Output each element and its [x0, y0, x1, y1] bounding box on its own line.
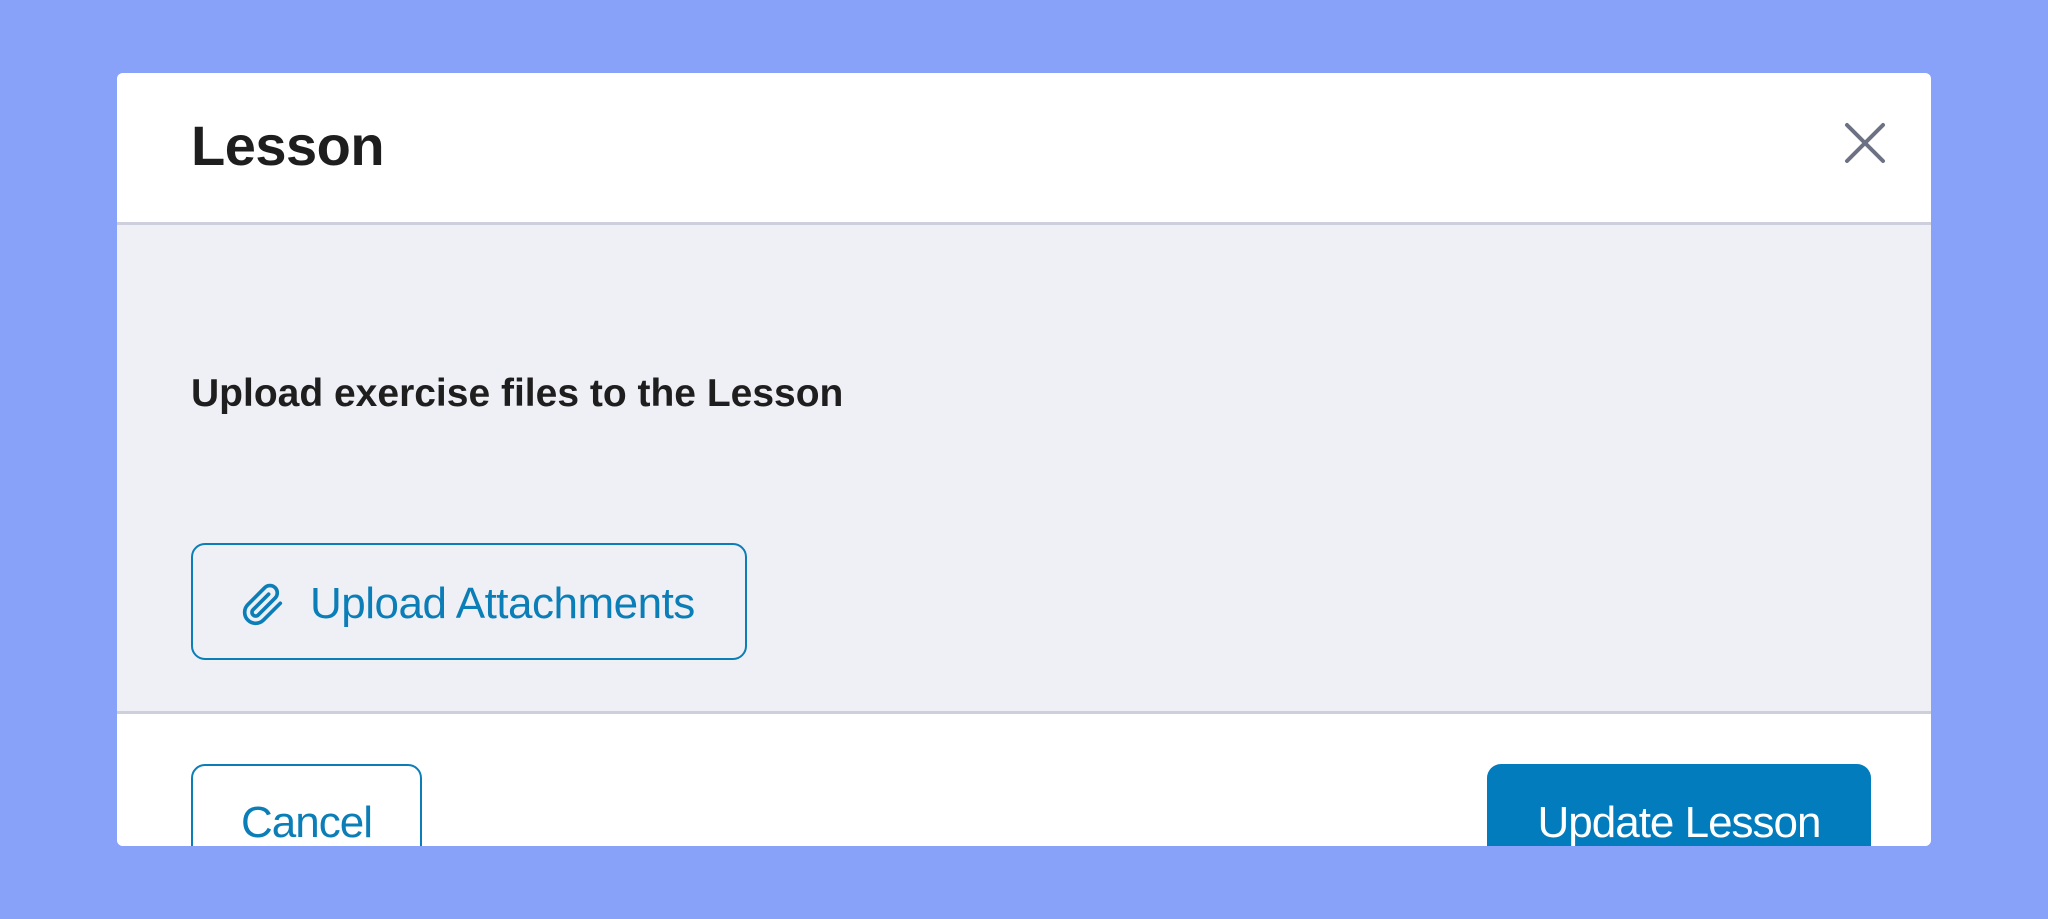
close-button[interactable]	[1841, 119, 1889, 167]
modal-footer: Cancel Update Lesson	[117, 714, 1931, 846]
upload-instructions: Upload exercise files to the Lesson	[191, 372, 844, 415]
update-lesson-button-label: Update Lesson	[1537, 798, 1822, 846]
update-lesson-button[interactable]: Update Lesson	[1487, 764, 1871, 846]
modal-title: Lesson	[191, 114, 385, 177]
close-icon	[1845, 123, 1885, 163]
cancel-button-label: Cancel	[241, 798, 373, 846]
modal-header: Lesson	[117, 73, 1931, 225]
cancel-button[interactable]: Cancel	[191, 764, 422, 846]
modal-body: Upload exercise files to the Lesson Uplo…	[117, 225, 1931, 714]
upload-attachments-button[interactable]: Upload Attachments	[191, 543, 747, 660]
lesson-modal: Lesson Upload exercise files to the Less…	[117, 73, 1931, 846]
upload-attachments-label: Upload Attachments	[310, 579, 695, 628]
paperclip-icon	[242, 583, 283, 626]
